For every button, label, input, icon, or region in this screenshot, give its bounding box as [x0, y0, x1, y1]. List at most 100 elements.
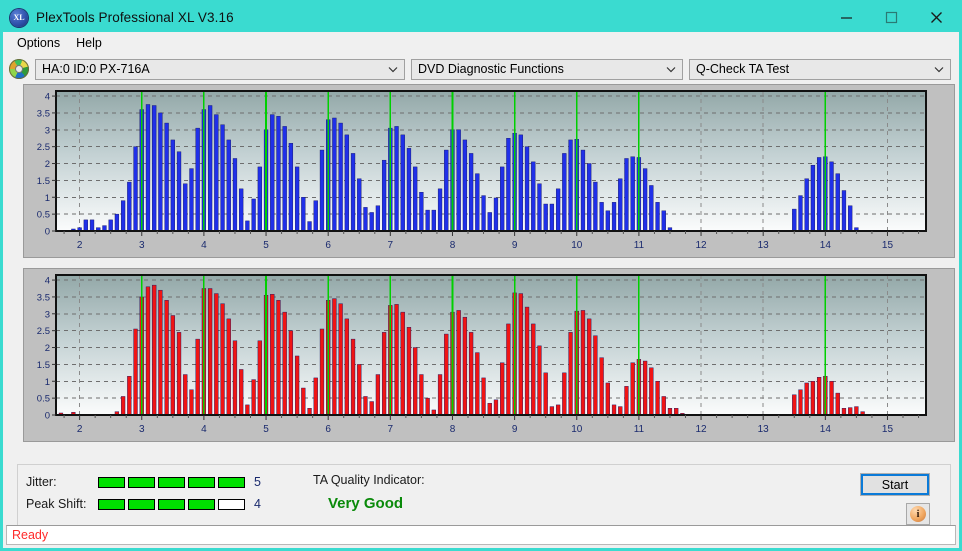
svg-text:7: 7: [388, 424, 394, 435]
jitter-value: 5: [254, 475, 261, 489]
jitter-label: Jitter:: [26, 475, 57, 489]
peak-shift-meter: [98, 498, 245, 510]
svg-text:3: 3: [139, 424, 145, 435]
svg-text:11: 11: [634, 424, 645, 435]
quality-value: Very Good: [328, 495, 404, 512]
svg-text:3: 3: [139, 240, 145, 251]
meter-segment: [98, 498, 125, 510]
window-controls: [824, 3, 959, 32]
function-select[interactable]: DVD Diagnostic Functions: [411, 58, 683, 80]
charts-region: 0 0.5 1 1.5 2 2.5 3 3.5 4 2 3 4 5 6 7 8 9 10 11 12 13 14 15 00…: [3, 84, 959, 444]
svg-text:1: 1: [45, 377, 50, 388]
svg-text:9: 9: [512, 240, 518, 251]
function-select-value: DVD Diagnostic Functions: [418, 62, 564, 76]
svg-text:4: 4: [201, 240, 207, 251]
svg-text:15: 15: [882, 424, 894, 435]
chevron-down-icon: [934, 60, 944, 79]
peak-shift-chart-panel: 0 0.5 1 1.5 2 2.5 3 3.5 4 2 3 4 5 6 7 8 9 10 11 12 13 14 15: [23, 268, 955, 442]
jitter-chart: 0 0.5 1 1.5 2 2.5 3 3.5 4 2 3 4 5 6 7 8 9 10 11 12 13 14 15: [37, 90, 927, 251]
meter-segment: [158, 476, 185, 488]
svg-text:10: 10: [571, 424, 583, 435]
svg-text:0.5: 0.5: [37, 210, 50, 221]
app-logo-icon: XL: [10, 8, 28, 27]
test-select-value: Q-Check TA Test: [696, 62, 790, 76]
toolbar: HA:0 ID:0 PX-716A DVD Diagnostic Functio…: [3, 54, 959, 84]
menu-item-options[interactable]: Options: [9, 34, 68, 52]
close-icon[interactable]: [914, 3, 959, 32]
peak-shift-row: Peak Shift: 4: [26, 493, 261, 515]
svg-text:0: 0: [45, 227, 50, 238]
status-bar: Ready: [6, 525, 956, 545]
minimize-icon[interactable]: [824, 3, 869, 32]
maximize-icon[interactable]: [869, 3, 914, 32]
chevron-down-icon: [388, 60, 398, 79]
chevron-down-icon: [666, 60, 676, 79]
svg-text:15: 15: [882, 240, 894, 251]
svg-text:1.5: 1.5: [37, 360, 50, 371]
svg-text:13: 13: [758, 424, 770, 435]
peak-shift-label: Peak Shift:: [26, 497, 87, 511]
meter-segment: [218, 498, 245, 510]
meter-segment: [188, 498, 215, 510]
svg-text:4: 4: [45, 276, 50, 287]
svg-text:1.5: 1.5: [37, 176, 50, 187]
peak-shift-value: 4: [254, 497, 261, 511]
svg-text:4: 4: [201, 424, 207, 435]
drive-select-value: HA:0 ID:0 PX-716A: [42, 62, 150, 76]
info-icon: i: [910, 506, 926, 522]
svg-text:10: 10: [571, 240, 583, 251]
svg-text:2: 2: [45, 159, 50, 170]
menu-bar: Options Help: [3, 32, 959, 54]
svg-text:2: 2: [77, 240, 83, 251]
info-button[interactable]: i: [906, 503, 930, 525]
svg-text:9: 9: [512, 424, 518, 435]
svg-text:3: 3: [45, 125, 50, 136]
window-title: PlexTools Professional XL V3.16: [36, 10, 234, 25]
peak-shift-chart: 0 0.5 1 1.5 2 2.5 3 3.5 4 2 3 4 5 6 7 8 9 10 11 12 13 14 15: [37, 274, 927, 435]
svg-text:7: 7: [388, 240, 394, 251]
svg-text:5: 5: [263, 424, 269, 435]
svg-text:0: 0: [45, 411, 50, 422]
application-window: XL PlexTools Professional XL V3.16 Optio…: [0, 0, 962, 551]
results-panel: Jitter: 5 Peak Shift: 4 TA Quality Indic…: [17, 464, 951, 526]
svg-text:2: 2: [45, 343, 50, 354]
test-select[interactable]: Q-Check TA Test: [689, 58, 951, 80]
quality-label: TA Quality Indicator:: [313, 473, 425, 487]
svg-text:1: 1: [45, 193, 50, 204]
svg-text:11: 11: [634, 240, 645, 251]
jitter-chart-panel: 0 0.5 1 1.5 2 2.5 3 3.5 4 2 3 4 5 6 7 8 9 10 11 12 13 14 15: [23, 84, 955, 258]
status-text: Ready: [12, 528, 49, 542]
meter-segment: [188, 476, 215, 488]
svg-text:13: 13: [758, 240, 770, 251]
svg-text:2.5: 2.5: [37, 142, 50, 153]
svg-text:0.5: 0.5: [37, 394, 50, 405]
svg-text:8: 8: [450, 240, 456, 251]
start-button[interactable]: Start: [860, 473, 930, 496]
svg-text:3.5: 3.5: [37, 108, 50, 119]
jitter-row: Jitter: 5: [26, 471, 261, 493]
svg-text:2: 2: [77, 424, 83, 435]
svg-text:6: 6: [325, 424, 331, 435]
svg-text:5: 5: [263, 240, 269, 251]
meter-segment: [128, 498, 155, 510]
quality-group: TA Quality Indicator: Very Good: [313, 473, 425, 512]
svg-text:14: 14: [820, 424, 832, 435]
menu-item-help[interactable]: Help: [68, 34, 110, 52]
drive-select[interactable]: HA:0 ID:0 PX-716A: [35, 58, 405, 80]
meter-segment: [98, 476, 125, 488]
disc-icon: [9, 59, 29, 79]
svg-text:3.5: 3.5: [37, 292, 50, 303]
svg-text:6: 6: [325, 240, 331, 251]
metrics-group: Jitter: 5 Peak Shift: 4: [26, 471, 261, 515]
meter-segment: [218, 476, 245, 488]
meter-segment: [128, 476, 155, 488]
svg-text:2.5: 2.5: [37, 326, 50, 337]
meter-segment: [158, 498, 185, 510]
jitter-meter: [98, 476, 245, 488]
svg-text:3: 3: [45, 309, 50, 320]
svg-text:12: 12: [695, 240, 707, 251]
svg-text:12: 12: [695, 424, 707, 435]
svg-text:4: 4: [45, 92, 50, 103]
svg-text:14: 14: [820, 240, 832, 251]
title-bar: XL PlexTools Professional XL V3.16: [3, 3, 959, 32]
